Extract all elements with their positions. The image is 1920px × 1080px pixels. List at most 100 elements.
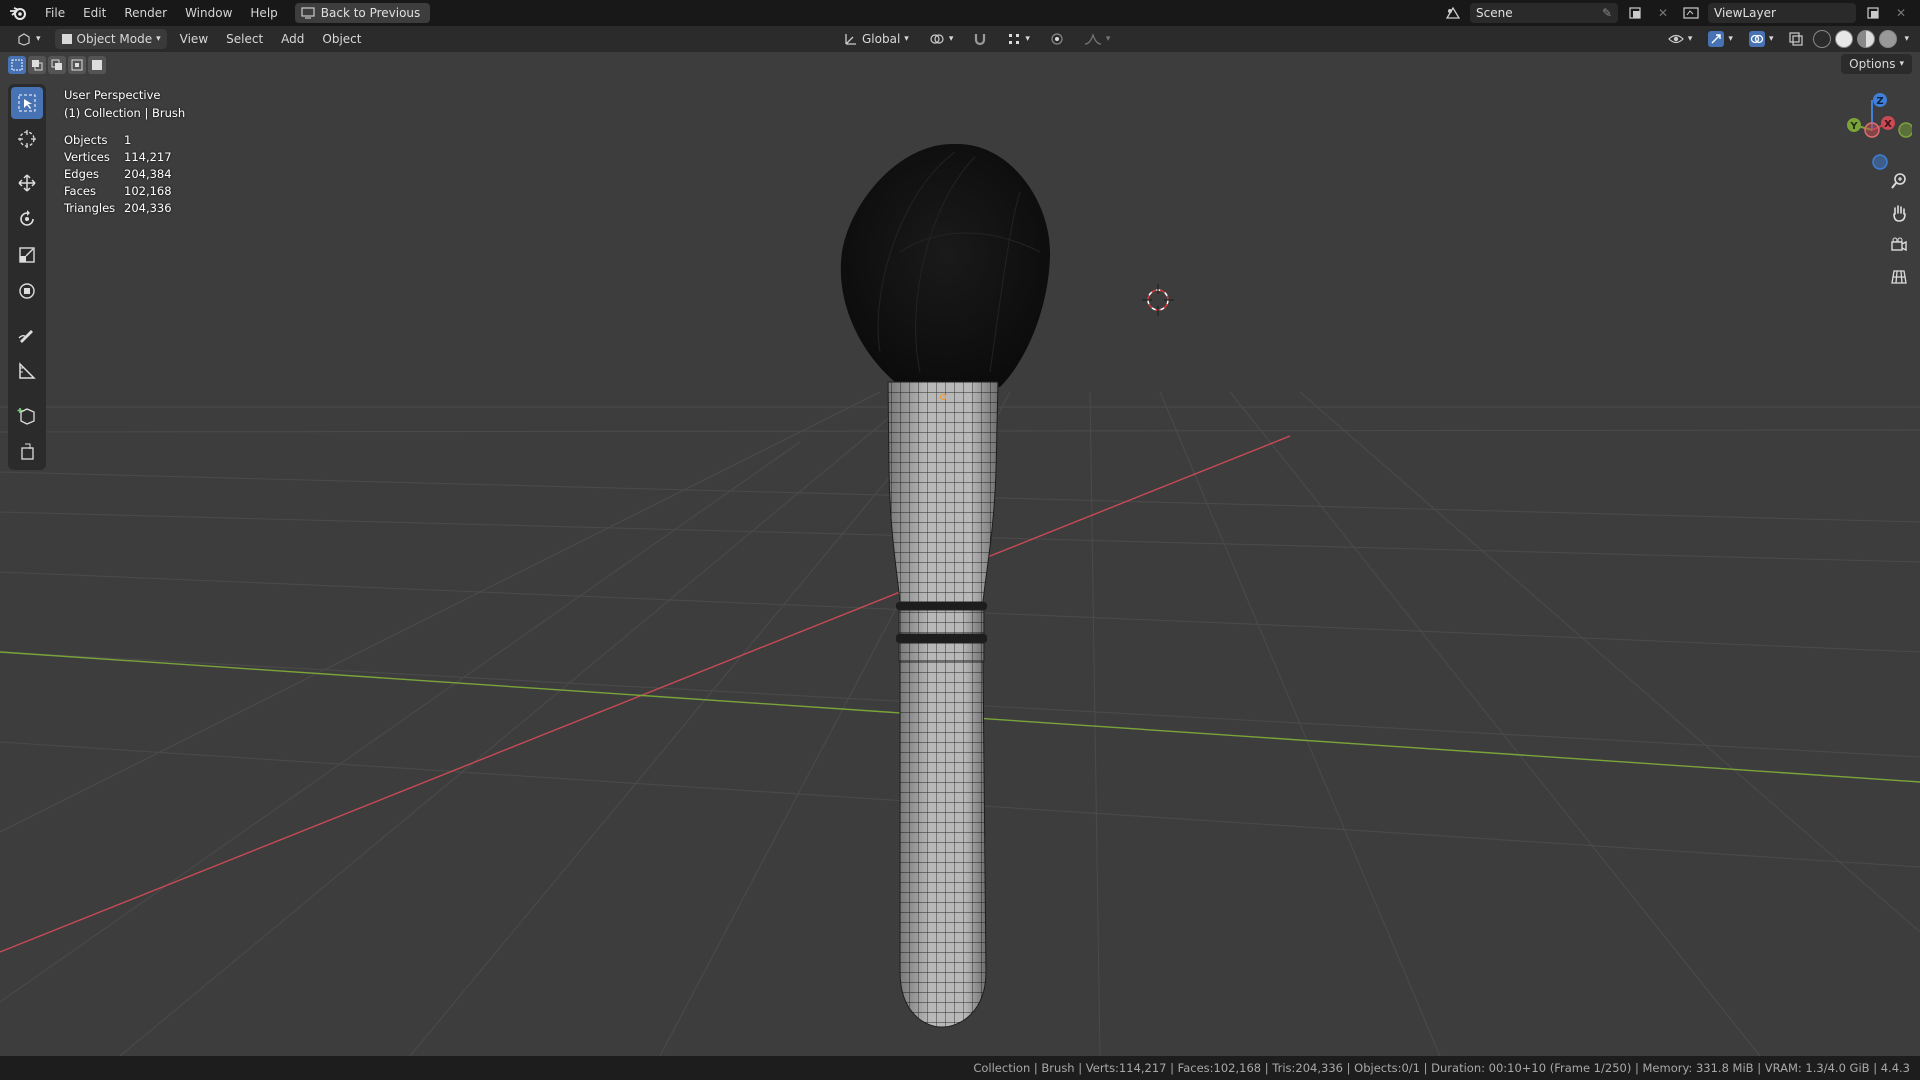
snap-grid-icon — [1009, 34, 1020, 44]
visibility-button[interactable]: ▾ — [1662, 29, 1699, 49]
select-new-icon[interactable] — [8, 56, 26, 74]
header-menu-add[interactable]: Add — [272, 32, 313, 46]
header-menu-view[interactable]: View — [171, 32, 217, 46]
select-subtract-icon[interactable] — [48, 56, 66, 74]
overlays-toggle[interactable]: ▾ — [1743, 29, 1780, 49]
chevron-down-icon: ▾ — [1105, 34, 1111, 44]
select-invert-icon[interactable] — [68, 56, 86, 74]
snap-target-button[interactable]: ▾ — [1001, 29, 1036, 49]
delete-view-layer-icon[interactable]: ✕ — [1890, 3, 1912, 23]
options-dropdown[interactable]: Options ▾ — [1841, 54, 1912, 74]
gizmo-neg-z — [1872, 154, 1888, 170]
pin-icon[interactable]: ✎ — [1602, 6, 1612, 20]
stat-label: Triangles — [64, 201, 116, 215]
header-menu-object[interactable]: Object — [313, 32, 370, 46]
tool-shelf — [8, 84, 46, 470]
top-menu-bar: File Edit Render Window Help Back to Pre… — [0, 0, 1920, 26]
rendered-shading-button[interactable] — [1879, 30, 1898, 48]
status-bar: Collection | Brush | Verts:114,217 | Fac… — [0, 1056, 1920, 1080]
chevron-down-icon: ▾ — [36, 34, 41, 44]
view-layer-icon[interactable] — [1680, 3, 1702, 23]
annotate-tool-icon[interactable] — [11, 319, 43, 351]
gizmo-toggle[interactable]: ▾ — [1702, 29, 1739, 49]
brush-handle — [899, 660, 987, 1028]
add-object-tool-icon[interactable] — [11, 435, 43, 467]
new-scene-icon[interactable] — [1624, 3, 1646, 23]
rotate-tool-icon[interactable] — [11, 203, 43, 235]
new-view-layer-icon[interactable] — [1862, 3, 1884, 23]
viewport-info-overlay: User Perspective (1) Collection | Brush … — [64, 86, 185, 217]
cursor-tool-icon[interactable] — [11, 123, 43, 155]
chevron-down-icon: ▾ — [1899, 59, 1904, 69]
select-intersect-icon[interactable] — [88, 56, 106, 74]
camera-view-icon[interactable] — [1886, 232, 1912, 258]
brush-bristles — [840, 143, 1051, 387]
menu-file[interactable]: File — [36, 0, 74, 26]
scene-selector-icon[interactable] — [1442, 3, 1464, 23]
add-cube-tool-icon[interactable] — [11, 399, 43, 431]
move-tool-icon[interactable] — [11, 167, 43, 199]
stat-label: Objects — [64, 133, 108, 147]
proportional-edit-toggle[interactable] — [1044, 29, 1070, 49]
brush-ferrule — [887, 381, 999, 603]
menu-edit[interactable]: Edit — [74, 0, 115, 26]
transform-controls: Global ▾ ▾ ▾ ▾ — [838, 29, 1116, 49]
select-extend-icon[interactable] — [28, 56, 46, 74]
chevron-down-icon: ▾ — [948, 34, 954, 44]
zoom-icon[interactable] — [1886, 168, 1912, 194]
view-layer-name: ViewLayer — [1714, 6, 1776, 20]
delete-scene-icon[interactable]: ✕ — [1652, 3, 1674, 23]
overlays-icon — [1748, 31, 1765, 47]
chevron-down-icon: ▾ — [1025, 34, 1030, 44]
menu-window[interactable]: Window — [176, 0, 241, 26]
chevron-down-icon: ▾ — [904, 34, 909, 44]
scene-name: Scene — [1476, 6, 1513, 20]
orientation-selector[interactable]: Global ▾ — [838, 29, 915, 49]
solid-shading-button[interactable] — [1835, 30, 1854, 48]
material-shading-button[interactable] — [1857, 30, 1876, 48]
selection-mode-buttons — [8, 56, 106, 74]
viewport-header: ▾ Object Mode ▾ View Select Add Object G… — [0, 26, 1920, 52]
measure-tool-icon[interactable] — [11, 355, 43, 387]
chevron-down-icon: ▾ — [1728, 34, 1733, 44]
pan-hand-icon[interactable] — [1886, 200, 1912, 226]
menu-help[interactable]: Help — [241, 0, 286, 26]
scale-tool-icon[interactable] — [11, 239, 43, 271]
perspective-toggle-icon[interactable] — [1886, 264, 1912, 290]
viewport-scene — [0, 143, 1920, 1056]
stat-label: Vertices — [64, 150, 110, 164]
active-collection-label: (1) Collection | Brush — [64, 106, 186, 120]
object-mode-icon — [61, 34, 72, 44]
mode-selector[interactable]: Object Mode ▾ — [54, 29, 167, 49]
transform-tool-icon[interactable] — [11, 275, 43, 307]
blender-logo-icon[interactable] — [0, 0, 36, 26]
3d-viewport[interactable]: User Perspective (1) Collection | Brush … — [0, 52, 1920, 1056]
xray-toggle[interactable] — [1783, 29, 1809, 49]
chevron-down-icon: ▾ — [156, 34, 161, 44]
select-box-tool-icon[interactable] — [11, 87, 43, 119]
back-to-previous-button[interactable]: Back to Previous — [294, 3, 431, 23]
wireframe-shading-button[interactable] — [1813, 30, 1832, 48]
gizmo-icon — [1708, 31, 1725, 47]
header-menu-select[interactable]: Select — [217, 32, 272, 46]
falloff-curve-icon — [1084, 33, 1101, 45]
view-perspective-label: User Perspective — [64, 88, 161, 102]
svg-text:X: X — [1884, 119, 1892, 130]
viewport-display-controls: ▾ ▾ ▾ ▾ — [1662, 29, 1912, 49]
screen-icon — [301, 7, 315, 19]
menu-render[interactable]: Render — [115, 0, 176, 26]
stat-label: Edges — [64, 167, 99, 181]
falloff-button[interactable]: ▾ — [1078, 29, 1117, 49]
3d-viewport-icon — [18, 33, 30, 46]
chevron-down-icon[interactable]: ▾ — [1901, 34, 1912, 44]
scene-field[interactable]: Scene ✎ — [1470, 3, 1618, 23]
pivot-point-button[interactable]: ▾ — [923, 29, 960, 49]
proportional-edit-icon — [1051, 33, 1063, 45]
view-layer-field[interactable]: ViewLayer — [1708, 3, 1856, 23]
navigation-gizmo[interactable]: Z X Y — [1832, 90, 1912, 170]
gizmo-neg-y — [1898, 122, 1912, 138]
stat-value: 102,168 — [124, 184, 172, 198]
editor-type-button[interactable]: ▾ — [10, 29, 47, 49]
snap-toggle[interactable] — [967, 29, 993, 49]
navigation-buttons — [1886, 168, 1912, 290]
